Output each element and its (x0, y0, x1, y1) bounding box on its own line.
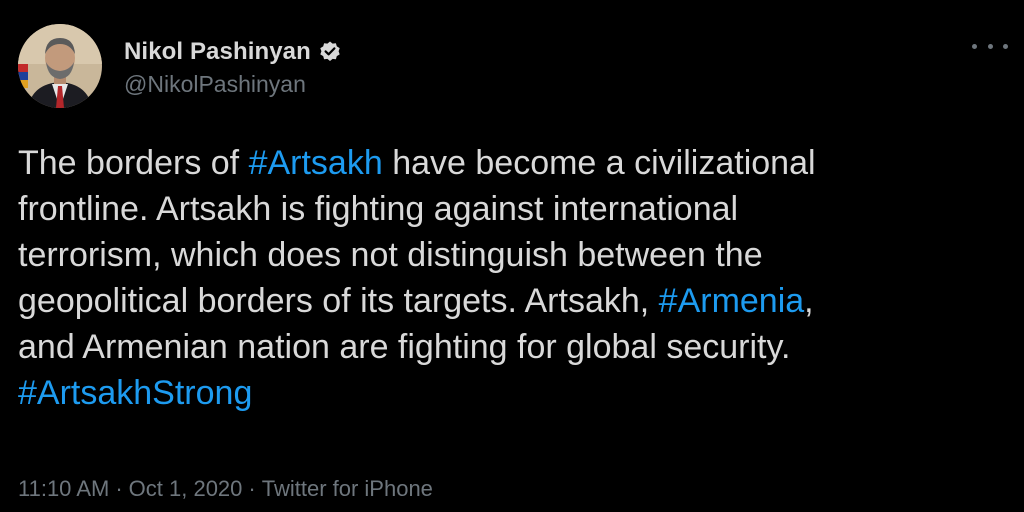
name-row: Nikol Pashinyan (124, 35, 342, 69)
verified-badge-icon (318, 40, 342, 64)
tweet-text-segment: The borders of (18, 144, 249, 182)
tweet-text-line: #ArtsakhStrong (18, 370, 1008, 416)
avatar-image (18, 24, 102, 108)
tweet-text-line: geopolitical borders of its targets. Art… (18, 278, 1008, 324)
tweet-date[interactable]: Oct 1, 2020 (129, 476, 243, 501)
author-handle[interactable]: @NikolPashinyan (124, 71, 342, 98)
tweet-time[interactable]: 11:10 AM (18, 476, 109, 501)
tweet-text-segment: geopolitical borders of its targets. Art… (18, 282, 659, 320)
display-name[interactable]: Nikol Pashinyan (124, 38, 311, 66)
avatar[interactable] (18, 24, 102, 108)
meta-separator: · (248, 476, 256, 501)
dot (987, 43, 993, 49)
tweet-text-line: and Armenian nation are fighting for glo… (18, 324, 1008, 370)
tweet-header: Nikol Pashinyan @NikolPashinyan (18, 24, 342, 108)
hashtag-link[interactable]: #Armenia (659, 282, 805, 320)
author-identity: Nikol Pashinyan @NikolPashinyan (124, 35, 342, 98)
tweet-text-line: frontline. Artsakh is fighting against i… (18, 186, 1008, 232)
dot (1003, 43, 1008, 49)
dot (972, 43, 977, 49)
tweet-text-segment: have become a civilizational (382, 144, 816, 182)
hashtag-link[interactable]: #Artsakh (249, 144, 383, 182)
hashtag-link[interactable]: #ArtsakhStrong (18, 374, 252, 412)
tweet-text-line: The borders of #Artsakh have become a ci… (18, 140, 1008, 186)
more-horizontal-icon[interactable] (972, 36, 1008, 56)
tweet-text-line: terrorism, which does not distinguish be… (18, 232, 1008, 278)
meta-separator: · (115, 476, 123, 501)
tweet-meta: 11:10 AM · Oct 1, 2020 · Twitter for iPhone (18, 476, 433, 502)
tweet-text: The borders of #Artsakh have become a ci… (18, 140, 1008, 416)
tweet-source[interactable]: Twitter for iPhone (262, 476, 433, 501)
tweet-text-segment: terrorism, which does not distinguish be… (18, 236, 763, 274)
tweet-card: Nikol Pashinyan @NikolPashinyan The bord… (0, 0, 1024, 512)
tweet-text-segment: , (804, 282, 814, 320)
tweet-text-segment: frontline. Artsakh is fighting against i… (18, 190, 739, 228)
tweet-text-segment: and Armenian nation are fighting for glo… (18, 328, 791, 366)
